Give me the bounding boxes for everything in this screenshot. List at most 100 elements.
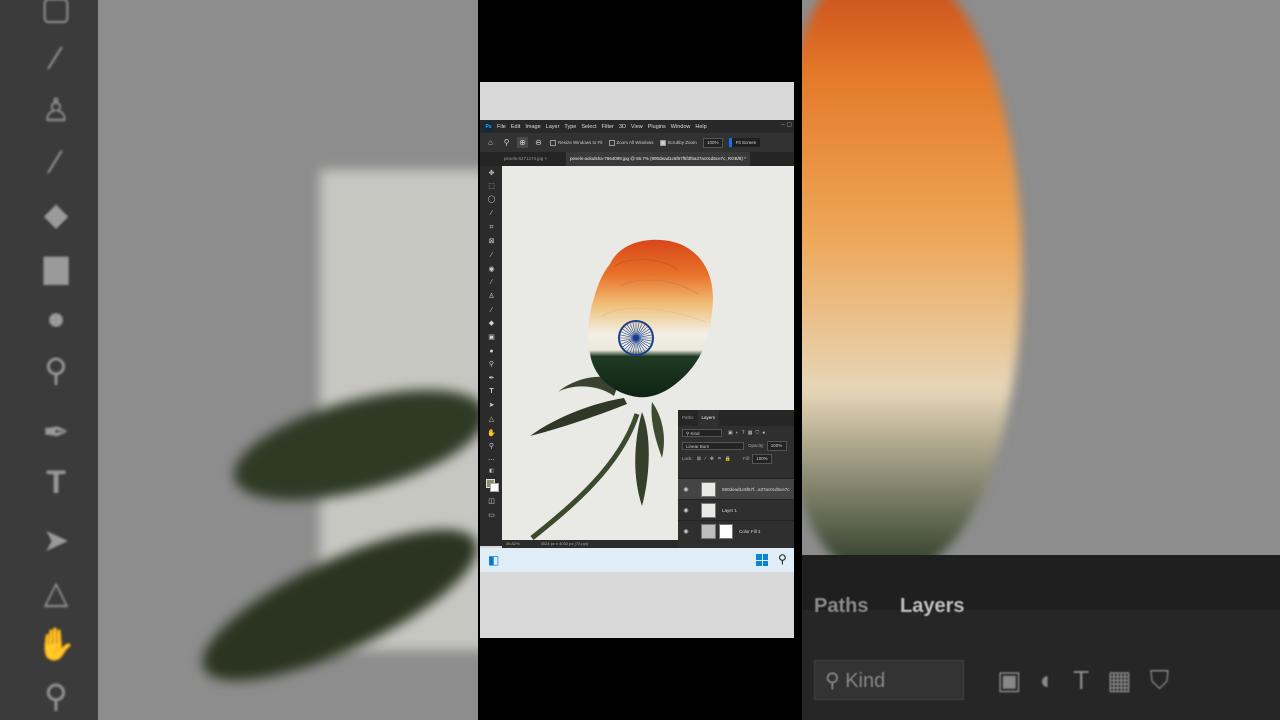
menu-type[interactable]: Type [564,124,576,130]
quick-mask-icon[interactable]: ◫ [486,496,497,507]
blurred-shape-icon: △ [43,574,69,610]
layer-row[interactable]: ◉ Layer 1 [678,499,794,521]
blurred-eraser-icon: ◆ [43,196,69,232]
home-icon[interactable]: ⌂ [485,137,496,148]
blurred-filter-icons: ▣◐T▦⛉ [997,665,1188,695]
widgets-icon[interactable]: ◧ [488,554,500,566]
layer-name: 990dead1c6f67f...a37ac0cd5ce7c [722,487,790,492]
frame-tool-icon[interactable]: ⊠ [486,236,497,247]
document-tab[interactable]: pexels-6271274.jpg × [500,152,551,166]
eyedropper-icon[interactable]: ∕ [486,250,497,261]
panel-tabs: Paths Layers [678,410,794,426]
eye-icon[interactable]: ◉ [681,486,691,493]
blurred-tab-layers: Layers [900,595,965,617]
more-tools-icon[interactable]: ⋯ [486,455,497,466]
layer-name: Color Fill 1 [739,529,761,534]
fill-field[interactable]: 100% [752,453,773,464]
menu-filter[interactable]: Filter [602,124,614,130]
default-colors-icon[interactable]: ◧ [486,466,497,477]
hand-tool-icon[interactable]: ✋ [486,428,497,439]
move-tool-icon[interactable]: ✥ [486,168,497,179]
blurred-hand-icon: ✋ [36,626,76,662]
scrubby-zoom-checkbox[interactable]: Scrubby Zoom [659,139,697,146]
layer-row[interactable]: ◉ Color Fill 1 [678,520,794,542]
menu-image[interactable]: Image [525,124,540,130]
crop-tool-icon[interactable]: ⌗ [486,222,497,233]
menu-view[interactable]: View [631,124,643,130]
start-icon[interactable] [756,554,768,566]
menu-3d[interactable]: 3D [619,124,626,130]
shape-tool-icon[interactable]: △ [486,414,497,425]
menu-help[interactable]: Help [695,124,706,130]
healing-brush-icon[interactable]: ◉ [486,264,497,275]
zoom-all-checkbox[interactable]: Zoom All Windows [608,139,654,146]
blurred-tab-paths: Paths [814,595,869,617]
background-blur-left: ▢ ∕ ♙ ⁄ ◆ ▆ ● ⚲ ✒ T ➤ △ ✋ ⚲ [0,0,478,720]
tab-paths[interactable]: Paths [678,410,698,426]
zoom-tool-icon[interactable]: ⚲ [501,137,512,148]
window-controls[interactable]: – ▢ [781,121,792,128]
blurred-brush-icon: ∕ [53,40,59,76]
blend-mode-dropdown[interactable]: Linear Burn [682,441,744,450]
screen-mode-icon[interactable]: ▭ [486,510,497,521]
menu-select[interactable]: Select [581,124,596,130]
menu-plugins[interactable]: Plugins [648,124,666,130]
brush-tool-icon[interactable]: ∕ [486,277,497,288]
search-icon[interactable]: ⚲ [778,552,790,566]
blurred-stamp-icon: ♙ [41,92,71,128]
checkbox-box [550,139,556,146]
blur-tool-icon[interactable]: ● [486,346,497,357]
history-brush-icon[interactable]: ⁄ [486,305,497,316]
zoom-out-icon[interactable]: ⊖ [533,137,544,148]
path-select-icon[interactable]: ➤ [486,400,497,411]
dodge-tool-icon[interactable]: ⚲ [486,359,497,370]
document-tab-active[interactable]: pexels-aolodsha-7664099.jpg @ 66.7% (990… [566,152,750,166]
zoom-in-icon[interactable]: ⊕ [517,137,528,148]
blurred-rose [802,0,1022,570]
blurred-pen-icon: ✒ [42,414,70,450]
layer-mask-thumbnail [719,524,733,539]
layer-thumbnail [701,503,716,518]
background-color-swatch[interactable] [490,483,499,492]
gradient-tool-icon[interactable]: ▣ [486,332,497,343]
menu-file[interactable]: File [497,124,506,130]
options-bar: ⌂ ⚲ ⊕ ⊖ Resize Windows to Fit Zoom All W… [480,133,794,152]
quick-select-icon[interactable]: ∕ [486,208,497,219]
blurred-zoom-icon: ⚲ [44,678,68,714]
blurred-history-brush-icon: ⁄ [53,144,59,180]
fit-screen-button[interactable]: Fit Screen [728,138,761,147]
pen-tool-icon[interactable]: ✒ [486,373,497,384]
filter-row: ⚲ Kind ▣◐T▦⛉● [678,426,794,439]
filter-icons[interactable]: ▣◐T▦⛉● [728,430,768,436]
tab-layers[interactable]: Layers [697,410,720,426]
document-tabs: pexels-6271274.jpg × pexels-aolodsha-766… [480,152,794,166]
zoom-readout: 36.82% [506,541,520,546]
zoom-all-label: Zoom All Windows [616,140,654,145]
eye-icon[interactable]: ◉ [681,528,691,535]
clone-stamp-icon[interactable]: ♙ [486,291,497,302]
eye-icon[interactable]: ◉ [681,507,691,514]
lock-icons[interactable]: ⊠∕✥⌗🔒 [697,456,735,462]
blurred-blur-icon: ● [46,300,66,336]
menu-layer[interactable]: Layer [546,124,560,130]
menu-window[interactable]: Window [671,124,691,130]
kind-filter-dropdown[interactable]: ⚲ Kind [682,428,722,437]
zoom-tool-icon[interactable]: ⚲ [486,441,497,452]
resize-windows-checkbox[interactable]: Resize Windows to Fit [550,139,603,146]
blend-row: Linear Burn Opacity: 100% [678,439,794,452]
blurred-layers-panel: Paths Layers ⚲ Kind ▣◐T▦⛉ [802,555,1280,720]
layer-name: Layer 1 [722,508,738,513]
eraser-tool-icon[interactable]: ◆ [486,318,497,329]
layer-row[interactable]: ◉ 990dead1c6f67f...a37ac0cd5ce7c [678,478,794,500]
type-tool-icon[interactable]: T [486,386,497,397]
menu-bar: Ps File Edit Image Layer Type Select Fil… [480,120,794,133]
menu-edit[interactable]: Edit [511,124,520,130]
photoshop-logo: Ps [484,122,493,131]
marquee-tool-icon[interactable]: ⬚ [486,181,497,192]
scrubby-zoom-label: Scrubby Zoom [667,140,697,145]
zoom-value-field[interactable]: 100% [702,137,723,148]
lock-row: Lock: ⊠∕✥⌗🔒 Fill: 100% [678,452,794,465]
opacity-field[interactable]: 100% [766,440,787,451]
close-icon[interactable]: × [545,156,548,161]
lasso-tool-icon[interactable]: ◯ [486,194,497,205]
